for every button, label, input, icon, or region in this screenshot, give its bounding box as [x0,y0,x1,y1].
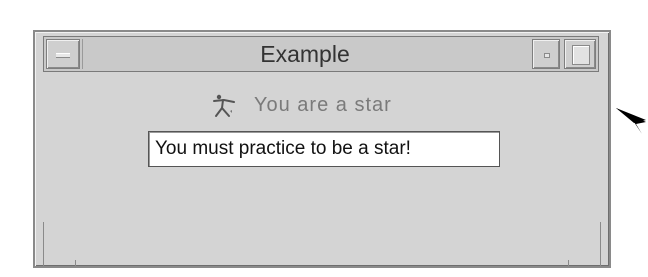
minimize-button[interactable] [532,39,560,69]
maximize-icon [572,45,590,65]
resize-handle-right[interactable] [600,222,611,266]
resize-handle-bottom-right[interactable] [568,260,569,268]
window-title: Example [260,41,350,67]
example-window: Example You are a star You must practice… [33,30,611,268]
title-separator [82,39,83,69]
title-bar[interactable]: Example [43,36,599,72]
resize-handle-left[interactable] [33,222,44,266]
star-label-text: You are a star [254,93,392,116]
star-figure-icon [213,94,235,117]
window-menu-button[interactable] [46,39,80,69]
message-text-field[interactable]: You must practice to be a star! [148,131,500,167]
screen: Example You are a star You must practice… [0,0,648,277]
arrow-pointer-icon [616,108,646,134]
star-label: You are a star [210,90,392,120]
window-menu-icon [56,53,70,58]
resize-handle-bottom-left[interactable] [75,260,76,268]
maximize-button[interactable] [564,39,596,69]
minimize-icon [544,53,550,58]
